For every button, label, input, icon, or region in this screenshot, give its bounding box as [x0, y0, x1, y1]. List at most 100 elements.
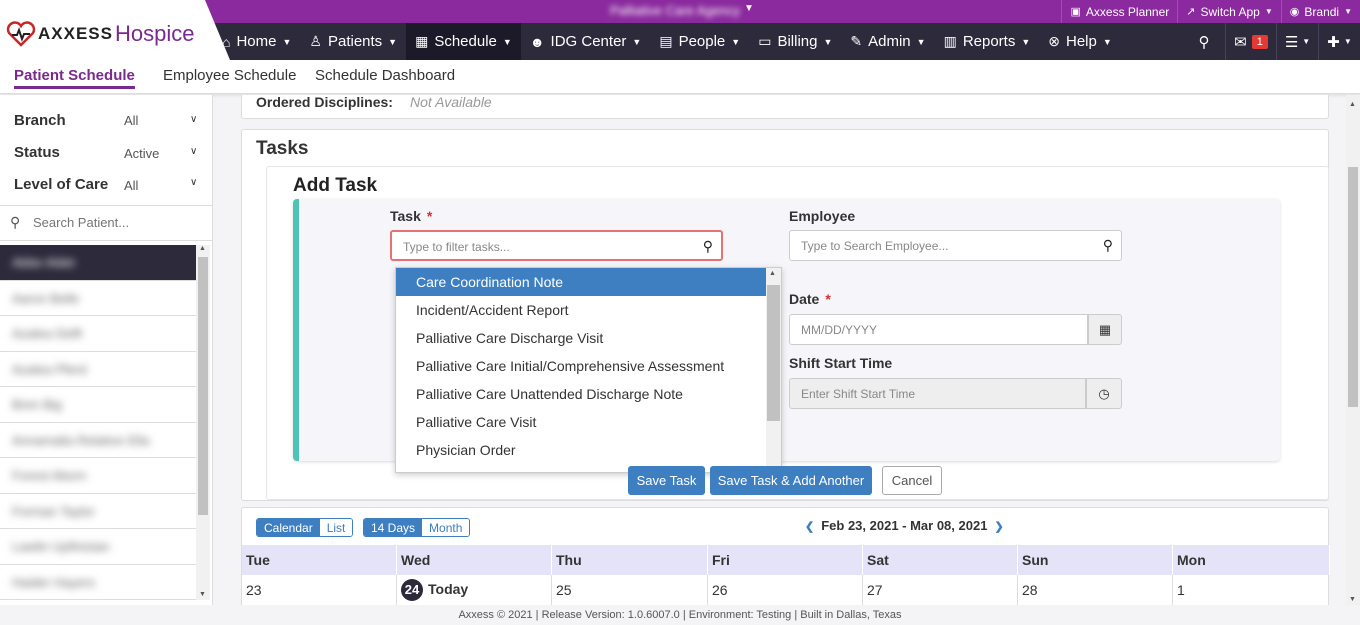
day-header: Fri [708, 545, 863, 575]
user-circle-icon: ◉ [1289, 6, 1300, 18]
tasks-title: Tasks [256, 138, 309, 159]
tab-employee-schedule[interactable]: Employee Schedule [163, 67, 296, 84]
patient-list: Abbe Aldet Aaron Belle Azalea Delft Azal… [0, 245, 196, 600]
scroll-up-icon[interactable]: ▲ [1349, 101, 1356, 108]
day-cell-today[interactable]: 24 Today [397, 575, 552, 605]
cancel-button[interactable]: Cancel [882, 466, 942, 495]
scroll-up-icon[interactable]: ▲ [199, 245, 206, 252]
axxess-planner-link[interactable]: ▣ Axxess Planner [1061, 0, 1177, 23]
scroll-down-icon[interactable]: ▼ [199, 591, 206, 598]
time-picker-button[interactable]: ◷ [1086, 378, 1122, 409]
scrollbar-thumb[interactable] [767, 285, 780, 421]
month-button[interactable]: Month [422, 519, 470, 536]
save-and-add-another-button[interactable]: Save Task & Add Another [710, 466, 872, 495]
scroll-up-icon[interactable]: ▲ [769, 270, 776, 277]
list-item[interactable]: Azalea Delft [0, 316, 196, 352]
required-asterisk: * [825, 291, 831, 307]
task-option[interactable]: Care Coordination Note [396, 268, 766, 296]
list-item[interactable]: Haider Hayers [0, 565, 196, 600]
list-item[interactable]: Lawlin Upfinisian [0, 529, 196, 565]
day-cell[interactable]: 28 [1018, 575, 1173, 605]
list-item[interactable]: Azalea Pferd [0, 352, 196, 387]
logo-text-hospice: Hospice [114, 21, 195, 46]
switch-app-link[interactable]: ↗ Switch App ▼ [1177, 0, 1281, 23]
agency-name[interactable]: Palliative Care Agency [610, 3, 740, 18]
nav-reports[interactable]: ▥ Reports ▼ [935, 23, 1040, 60]
task-filter-input[interactable]: Type to filter tasks... ⚲ [390, 230, 723, 261]
chevron-down-icon[interactable]: ∨ [190, 114, 197, 125]
nav-admin[interactable]: ✎ Admin ▼ [841, 23, 934, 60]
agency-caret-icon[interactable]: ▼ [744, 3, 754, 14]
list-item[interactable]: Bren Big [0, 387, 196, 423]
task-option[interactable]: Incident/Accident Report [396, 296, 766, 324]
nav-schedule[interactable]: ▦ Schedule ▼ [406, 23, 521, 60]
status-filter-value[interactable]: Active [124, 146, 159, 161]
calendar-view-button[interactable]: Calendar [257, 519, 320, 536]
chevron-down-icon[interactable]: ∨ [190, 146, 197, 157]
date-input[interactable]: MM/DD/YYYY [789, 314, 1088, 345]
save-task-button[interactable]: Save Task [628, 466, 705, 495]
shift-start-label: Shift Start Time [789, 355, 893, 371]
day-header: Tue [242, 545, 397, 575]
list-view-button[interactable]: List [319, 519, 353, 536]
chevron-down-icon[interactable]: ∨ [190, 177, 197, 188]
day-cell[interactable]: 23 [242, 575, 397, 605]
nav-patients[interactable]: ♙ Patients ▼ [300, 23, 406, 60]
nav-patients-label: Patients [327, 33, 383, 50]
patient-name: Abbe Aldet [12, 255, 75, 270]
tab-patient-schedule[interactable]: Patient Schedule [14, 67, 135, 89]
list-menu-button[interactable]: ☰ ▼ [1276, 23, 1318, 60]
branch-filter-value[interactable]: All [124, 113, 138, 128]
date-placeholder: MM/DD/YYYY [801, 323, 878, 337]
patient-name: Forest Aborn [12, 468, 87, 483]
tab-schedule-dashboard[interactable]: Schedule Dashboard [315, 67, 455, 84]
nav-billing[interactable]: ▭ Billing ▼ [749, 23, 841, 60]
list-item[interactable]: Aaron Belle [0, 281, 196, 316]
level-of-care-filter-value[interactable]: All [124, 178, 138, 193]
patient-list-scrollbar[interactable]: ▲ ▼ [196, 245, 210, 600]
list-item[interactable]: Abbe Aldet [0, 245, 196, 281]
calendar-picker-button[interactable]: ▦ [1088, 314, 1122, 345]
day-cell[interactable]: 26 [708, 575, 863, 605]
scrollbar-thumb[interactable] [198, 257, 208, 515]
nav-billing-label: Billing [777, 33, 818, 50]
list-item[interactable]: Annamalia Relative Ella [0, 423, 196, 458]
lifebuoy-icon: ⊗ [1048, 33, 1060, 49]
user-menu[interactable]: ◉ Brandi ▼ [1280, 0, 1360, 23]
global-search-button[interactable]: ⚲ [1183, 23, 1225, 60]
day-cell[interactable]: 1 [1173, 575, 1330, 605]
messages-button[interactable]: ✉ 1 [1225, 23, 1276, 60]
nav-people[interactable]: ▤ People ▼ [650, 23, 749, 60]
task-option[interactable]: Palliative Care Visit [396, 408, 766, 436]
axxess-hospice-logo[interactable]: AXXESS Hospice [6, 16, 194, 52]
add-task-form: Task * Type to filter tasks... ⚲ Employee… [293, 199, 1280, 473]
view-toggle: Calendar List [256, 518, 354, 537]
chevron-right-icon[interactable]: ❯ [994, 521, 1003, 533]
list-item[interactable]: Forman Taylor [0, 494, 196, 529]
chevron-down-icon: ▼ [388, 36, 398, 47]
calendar-card: Calendar List 14 Days Month ❮ Feb 23, 202… [241, 507, 1330, 605]
day-cell[interactable]: 25 [552, 575, 708, 605]
task-dropdown-scrollbar[interactable]: ▲ ▼ [766, 268, 781, 472]
scroll-down-icon[interactable]: ▼ [1349, 596, 1356, 603]
search-patient-input[interactable] [33, 215, 198, 230]
chevron-down-icon: ▼ [1344, 7, 1352, 16]
14-days-button[interactable]: 14 Days [364, 519, 423, 536]
nav-help[interactable]: ⊗ Help ▼ [1039, 23, 1121, 60]
nav-idg-center[interactable]: ☻ IDG Center ▼ [521, 23, 651, 60]
add-menu-button[interactable]: ✚ ▼ [1318, 23, 1360, 60]
shift-start-input[interactable]: Enter Shift Start Time [789, 378, 1086, 409]
task-option[interactable]: Palliative Care Discharge Visit [396, 324, 766, 352]
money-icon: ▭ [758, 33, 772, 49]
task-label-text: Task [390, 208, 421, 224]
task-option[interactable]: Physician Order [396, 436, 766, 464]
task-option[interactable]: Palliative Care Unattended Discharge Not… [396, 380, 766, 408]
task-option[interactable]: Palliative Care Initial/Comprehensive As… [396, 352, 766, 380]
range-toggle: 14 Days Month [363, 518, 471, 537]
chevron-left-icon[interactable]: ❮ [805, 521, 814, 533]
main-scrollbar[interactable]: ▲ ▼ [1346, 95, 1360, 605]
scrollbar-thumb[interactable] [1348, 167, 1358, 407]
employee-search-input[interactable]: Type to Search Employee... ⚲ [789, 230, 1122, 261]
day-cell[interactable]: 27 [863, 575, 1018, 605]
list-item[interactable]: Forest Aborn [0, 458, 196, 494]
